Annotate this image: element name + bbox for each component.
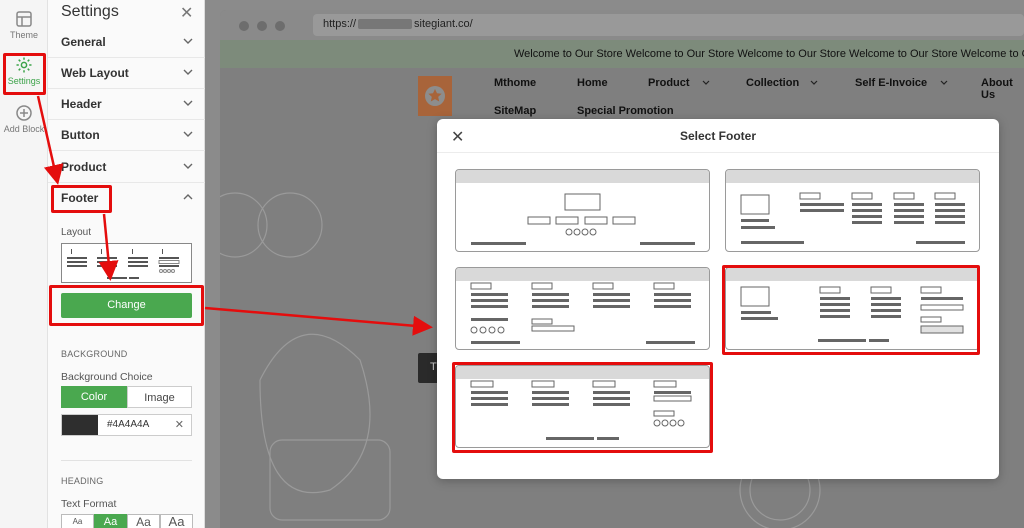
url-redacted [358, 19, 413, 30]
highlight-footer-option-4 [722, 265, 980, 355]
star-chat-icon [425, 86, 445, 106]
announcement-bar: Welcome to Our Store Welcome to Our Stor… [220, 40, 1024, 68]
divider [437, 152, 999, 153]
footer-layout-thumbnail [471, 193, 695, 245]
chevron-down-icon [183, 131, 193, 137]
color-toggle[interactable]: Color [61, 386, 127, 408]
text-format-option[interactable]: Aa [160, 514, 193, 528]
text-format-option[interactable]: Aa [127, 514, 160, 528]
section-button[interactable]: Button [48, 120, 205, 151]
section-label: Header [61, 97, 102, 111]
window-dot [275, 21, 285, 31]
store-logo[interactable] [418, 76, 452, 116]
color-swatch[interactable] [62, 415, 98, 435]
footer-option-3[interactable] [455, 267, 710, 350]
text-format-option[interactable]: Aa [94, 514, 127, 528]
layout-icon [16, 11, 32, 27]
chevron-down-icon [183, 100, 193, 106]
section-web-layout[interactable]: Web Layout [48, 58, 205, 89]
section-label: Product [61, 160, 107, 174]
nav-sitemap[interactable]: SiteMap [494, 105, 536, 117]
highlight-change-button [49, 285, 204, 326]
settings-panel: Settings ✕ General Web Layout Header But… [48, 0, 205, 528]
window-dot [257, 21, 267, 31]
footer-layout-thumbnail [470, 282, 695, 344]
background-choice-label: Background Choice [61, 371, 153, 383]
footer-layout-thumbnail [740, 192, 965, 244]
rail-add-block[interactable]: Add Block [0, 100, 48, 146]
highlight-footer-option-5 [452, 362, 713, 453]
highlight-settings [3, 53, 46, 95]
chevron-down-icon [702, 80, 710, 85]
color-picker[interactable]: #4A4A4A ✕ [61, 414, 192, 436]
divider [61, 460, 192, 461]
chevron-down-icon [183, 163, 193, 169]
chevron-up-icon [183, 194, 193, 200]
section-label: Web Layout [61, 66, 129, 80]
highlight-footer [51, 185, 112, 213]
chevron-down-icon [810, 80, 818, 85]
plus-circle-icon [16, 105, 32, 121]
section-header[interactable]: Header [48, 89, 205, 120]
footer-option-2[interactable] [725, 169, 980, 252]
section-product[interactable]: Product [48, 152, 205, 183]
nav-about-us[interactable]: About Us [981, 77, 1024, 101]
hero-button-text: T [430, 361, 437, 373]
window-dot [239, 21, 249, 31]
panel-title: Settings [61, 3, 119, 20]
text-format-label: Text Format [61, 498, 117, 510]
footer-layout-thumbnail [67, 249, 180, 279]
footer-option-1[interactable] [455, 169, 710, 252]
nav-product[interactable]: Product [648, 77, 690, 89]
chevron-down-icon [183, 38, 193, 44]
announcement-text: Welcome to Our Store Welcome to Our Stor… [514, 48, 1024, 60]
chevron-down-icon [183, 69, 193, 75]
section-label: General [61, 35, 106, 49]
rail-theme[interactable]: Theme [0, 6, 48, 52]
section-label: Button [61, 128, 100, 142]
text-format-option[interactable]: Aa [61, 514, 94, 528]
layout-label: Layout [61, 227, 92, 238]
rail-add-block-label: Add Block [3, 124, 45, 134]
close-icon[interactable]: ✕ [180, 3, 193, 23]
nav-mthome[interactable]: Mthome [494, 77, 536, 89]
background-heading: BACKGROUND [61, 349, 128, 359]
chevron-down-icon [940, 80, 948, 85]
image-toggle[interactable]: Image [127, 386, 192, 408]
nav-self-e-invoice[interactable]: Self E-Invoice [855, 77, 927, 89]
url-suffix: sitegiant.co/ [414, 18, 473, 30]
nav-collection[interactable]: Collection [746, 77, 799, 89]
modal-title: Select Footer [679, 129, 757, 143]
nav-home[interactable]: Home [577, 77, 608, 89]
heading-heading: HEADING [61, 476, 104, 486]
section-general[interactable]: General [48, 27, 205, 58]
color-hex-value: #4A4A4A [107, 419, 150, 430]
url-bar[interactable]: https:// sitegiant.co/ [313, 14, 1024, 36]
rail-theme-label: Theme [9, 30, 38, 40]
clear-color-icon[interactable]: ✕ [175, 418, 184, 431]
url-prefix: https:// [323, 18, 357, 30]
nav-special-promotion[interactable]: Special Promotion [577, 105, 674, 117]
footer-layout-preview [61, 243, 192, 283]
